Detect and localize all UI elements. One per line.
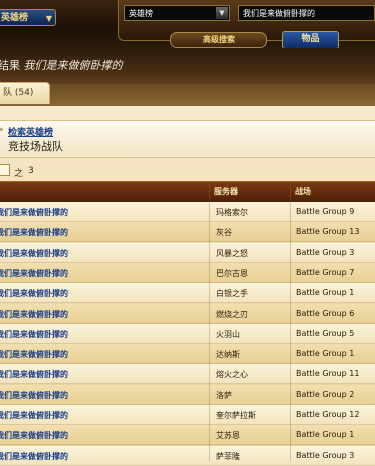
chevron-down-icon: ▼ <box>45 14 52 23</box>
server-name: 洛萨 <box>216 390 232 400</box>
battlegroup-name: Battle Group 6 <box>296 308 355 318</box>
server-name: 巴尔古恩 <box>216 268 248 278</box>
team-name-link[interactable]: 我们是来做俯卧撑的 <box>0 390 68 401</box>
table-row[interactable]: 我们是来做俯卧撑的 奎尔萨拉斯 Battle Group 12 <box>0 405 375 425</box>
breadcrumb-separator: » <box>0 125 4 135</box>
team-name-link[interactable]: 我们是来做俯卧撑的 <box>0 369 68 380</box>
team-name-link[interactable]: 我们是来做俯卧撑的 <box>0 288 68 299</box>
table-row[interactable]: 我们是来做俯卧撑的 洛萨 Battle Group 2 <box>0 384 375 405</box>
table-row[interactable]: 我们是来做俯卧撑的 火羽山 Battle Group 5 <box>0 323 375 344</box>
table-row[interactable]: 我们是来做俯卧撑的 达纳斯 Battle Group 1 <box>0 344 375 365</box>
team-name-link[interactable]: 我们是来做俯卧撑的 <box>0 248 68 259</box>
battlegroup-name: Battle Group 11 <box>296 369 360 379</box>
team-name-link[interactable]: 我们是来做俯卧撑的 <box>0 268 68 279</box>
tab-arena-teams[interactable]: 队 (54) <box>0 82 50 104</box>
table-row[interactable]: 我们是来做俯卧撑的 灰谷 Battle Group 13 <box>0 222 375 243</box>
results-title-prefix: 结果 <box>0 59 20 72</box>
battlegroup-name: Battle Group 12 <box>296 410 360 419</box>
team-name-link[interactable]: 我们是来做俯卧撑的 <box>0 451 68 462</box>
server-name: 达纳斯 <box>216 350 240 360</box>
chevron-down-icon: ▼ <box>216 7 228 19</box>
column-header-battlegroup[interactable]: 战场 <box>295 186 311 197</box>
breadcrumb-current: 竞技场战队 <box>8 140 63 153</box>
column-divider <box>209 182 210 461</box>
table-row[interactable]: 我们是来做俯卧撑的 玛格索尔 Battle Group 9 <box>0 202 375 222</box>
team-name-link[interactable]: 我们是来做俯卧撑的 <box>0 410 68 421</box>
column-divider <box>290 182 291 461</box>
team-name-link[interactable]: 我们是来做俯卧撑的 <box>0 227 68 238</box>
server-name: 火羽山 <box>216 329 240 339</box>
breadcrumb-link[interactable]: 检索英雄榜 <box>8 125 53 138</box>
pager-total-pages: 3 <box>28 166 34 176</box>
search-category-value: 英雄榜 <box>129 9 153 18</box>
battlegroup-name: Battle Group 13 <box>296 227 360 237</box>
server-name: 燃烧之刃 <box>216 309 248 319</box>
battlegroup-name: Battle Group 1 <box>296 430 355 440</box>
battlegroup-name: Battle Group 5 <box>296 328 355 338</box>
battlegroup-name: Battle Group 1 <box>296 349 355 359</box>
table-row[interactable]: 我们是来做俯卧撑的 白银之手 Battle Group 1 <box>0 283 375 304</box>
tab-strip <box>0 84 375 106</box>
table-row[interactable]: 我们是来做俯卧撑的 萨菲隆 Battle Group 3 <box>0 445 375 466</box>
team-name-link[interactable]: 我们是来做俯卧撑的 <box>0 207 68 218</box>
category-select[interactable]: 英雄榜 ▼ <box>0 9 56 26</box>
search-input[interactable]: 我们是来做俯卧撑的 <box>238 5 375 21</box>
category-select-value: 英雄榜 <box>1 13 29 23</box>
results-title: 结果 我们是来做俯卧撑的 <box>0 57 123 73</box>
team-name-link[interactable]: 我们是来做俯卧撑的 <box>0 329 68 340</box>
search-input-value: 我们是来做俯卧撑的 <box>243 9 315 18</box>
column-header-server[interactable]: 服务器 <box>214 186 238 197</box>
pager-of-label: 之 <box>14 169 24 179</box>
advanced-search-button[interactable]: 高级搜索 <box>193 34 245 46</box>
server-name: 艾苏恩 <box>216 431 240 441</box>
table-row[interactable]: 我们是来做俯卧撑的 风暴之怒 Battle Group 3 <box>0 242 375 263</box>
server-name: 熔火之心 <box>216 370 248 380</box>
battlegroup-name: Battle Group 3 <box>296 247 355 257</box>
page-number-input[interactable] <box>0 164 10 176</box>
battlegroup-name: Battle Group 7 <box>296 267 355 277</box>
table-header <box>0 181 375 203</box>
team-name-link[interactable]: 我们是来做俯卧撑的 <box>0 349 68 360</box>
table-row[interactable]: 我们是来做俯卧撑的 熔火之心 Battle Group 11 <box>0 364 375 385</box>
server-name: 灰谷 <box>216 228 232 238</box>
battlegroup-name: Battle Group 1 <box>296 288 355 298</box>
battlegroup-name: Battle Group 2 <box>296 389 355 399</box>
search-category-select[interactable]: 英雄榜 ▼ <box>124 5 230 21</box>
battlegroup-name: Battle Group 3 <box>296 450 355 460</box>
server-name: 奎尔萨拉斯 <box>216 411 256 420</box>
results-title-query: 我们是来做俯卧撑的 <box>23 59 123 72</box>
table-row[interactable]: 我们是来做俯卧撑的 巴尔古恩 Battle Group 7 <box>0 262 375 283</box>
battlegroup-name: Battle Group 9 <box>296 207 355 216</box>
server-name: 萨菲隆 <box>216 451 240 461</box>
team-name-link[interactable]: 我们是来做俯卧撑的 <box>0 309 68 320</box>
server-name: 白银之手 <box>216 289 248 299</box>
team-name-link[interactable]: 我们是来做俯卧撑的 <box>0 430 68 441</box>
items-button[interactable]: 物品 <box>282 31 339 49</box>
table-row[interactable]: 我们是来做俯卧撑的 燃烧之刃 Battle Group 6 <box>0 303 375 324</box>
server-name: 玛格索尔 <box>216 208 248 217</box>
server-name: 风暴之怒 <box>216 248 248 258</box>
table-row[interactable]: 我们是来做俯卧撑的 艾苏恩 Battle Group 1 <box>0 425 375 446</box>
